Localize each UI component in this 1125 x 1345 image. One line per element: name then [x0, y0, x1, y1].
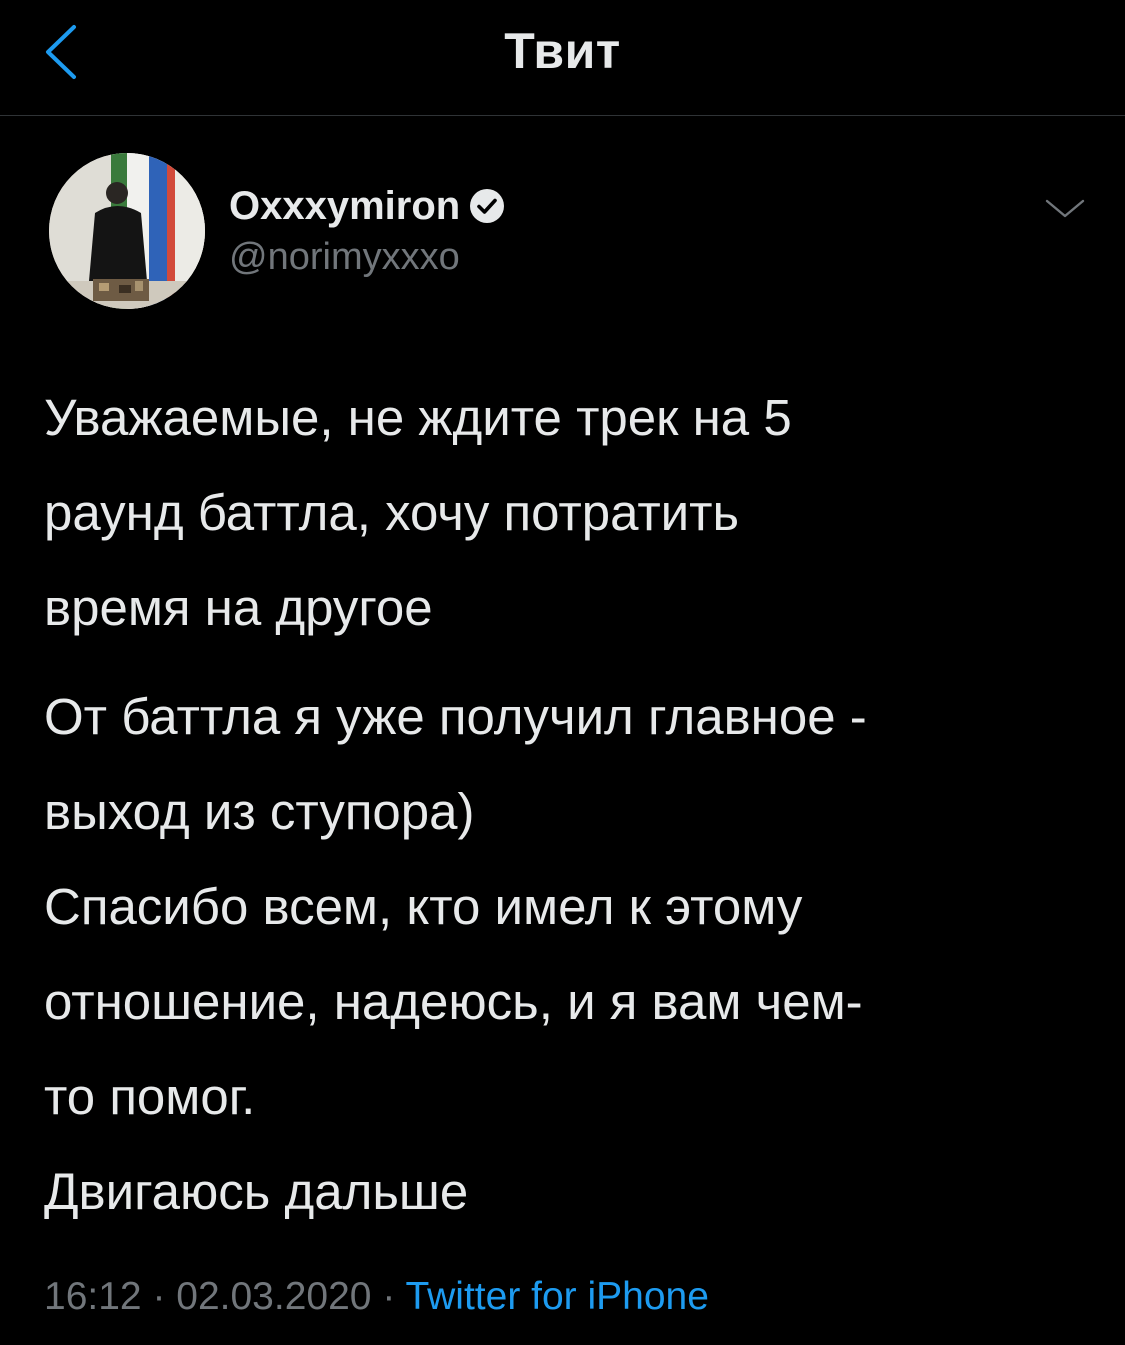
- avatar[interactable]: [49, 153, 205, 309]
- tweet-header: Oxxxymiron @norimyxxxo: [0, 116, 1125, 346]
- meta-separator: ·: [371, 1275, 406, 1318]
- tweet-date: 02.03.2020: [176, 1275, 372, 1318]
- avatar-photo: [49, 153, 205, 309]
- meta-separator: ·: [141, 1275, 177, 1318]
- tweet-time: 16:12: [44, 1275, 142, 1318]
- more-options-button[interactable]: [1040, 188, 1090, 228]
- tweet-source-link[interactable]: Twitter for iPhone: [405, 1275, 708, 1318]
- tweet-meta: 16:12 · 02.03.2020 · Twitter for iPhone: [44, 1275, 709, 1319]
- tweet-text: Уважаемые, не ждите трек на 5 раунд батт…: [44, 370, 1094, 1239]
- display-name[interactable]: Oxxxymiron: [229, 184, 460, 229]
- author-name-row[interactable]: Oxxxymiron: [229, 182, 506, 230]
- author-handle[interactable]: @norimyxxxo: [229, 236, 460, 279]
- chevron-down-icon: [1045, 199, 1085, 218]
- verified-badge-icon: [470, 189, 505, 223]
- tweet-paragraph: Уважаемые, не ждите трек на 5 раунд батт…: [44, 389, 792, 636]
- tweet-paragraph: От баттла я уже получил главное - выход …: [44, 688, 867, 1220]
- navigation-bar: Твит: [0, 0, 1125, 116]
- page-title: Твит: [504, 23, 621, 79]
